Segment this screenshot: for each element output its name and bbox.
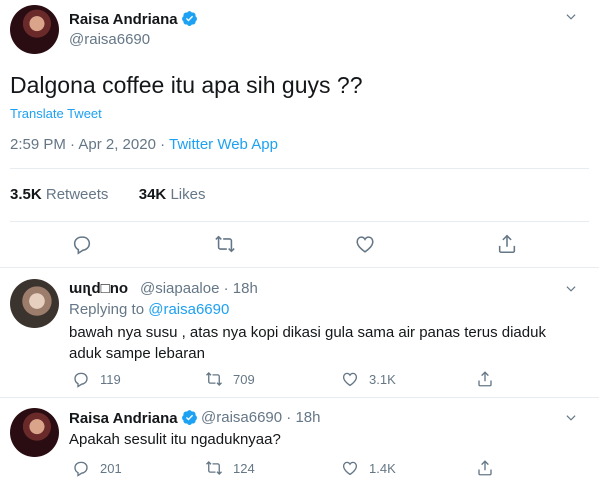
avatar[interactable]: [10, 5, 59, 54]
share-icon: [478, 460, 492, 476]
retweet-button[interactable]: 124: [205, 459, 255, 477]
divider: [10, 168, 589, 169]
tweet-time[interactable]: 2:59 PM · Apr 2, 2020 ·: [10, 136, 169, 153]
reply-button[interactable]: 201: [72, 459, 122, 477]
replying-label: Replying to: [69, 301, 145, 318]
chevron-down-icon[interactable]: [562, 8, 580, 26]
likes-count[interactable]: 34K: [139, 186, 167, 203]
reply-text: Apakah sesulit itu ngaduknyaa?: [69, 431, 281, 448]
share-icon: [478, 371, 492, 387]
chevron-down-icon[interactable]: [562, 280, 580, 298]
like-button[interactable]: 3.1K: [341, 370, 396, 388]
like-count: 1.4K: [369, 460, 396, 476]
tweet-text: Dalgona coffee itu apa sih guys ??: [10, 72, 363, 98]
retweets-count[interactable]: 3.5K: [10, 186, 42, 203]
main-tweet: Raisa Andriana @raisa6690 Dalgona coffee…: [0, 0, 599, 268]
retweet-icon: [206, 372, 222, 386]
author-name-text[interactable]: Raisa Andriana: [69, 11, 178, 28]
translate-tweet-link[interactable]: Translate Tweet: [10, 106, 102, 121]
author-handle[interactable]: @raisa6690: [69, 31, 150, 48]
reply-handle-time: @raisa6690 · 18h: [201, 409, 320, 426]
share-button[interactable]: [496, 233, 518, 255]
reply-time[interactable]: · 18h: [286, 409, 320, 426]
reply-count: 119: [100, 371, 121, 387]
divider: [10, 221, 589, 222]
reply-time[interactable]: · 18h: [224, 280, 258, 297]
reply-button[interactable]: 119: [72, 370, 121, 388]
retweet-count: 709: [233, 371, 255, 387]
retweet-button[interactable]: 709: [205, 370, 255, 388]
author-handle[interactable]: @raisa6690: [201, 409, 282, 426]
reply-handle-time: @siapaaloe · 18h: [140, 280, 258, 297]
retweet-button[interactable]: [214, 233, 236, 255]
likes-label[interactable]: Likes: [170, 186, 205, 203]
author-name-text[interactable]: Raisa Andriana: [69, 410, 178, 427]
reply-count: 201: [100, 460, 122, 476]
reply-tweet[interactable]: ɯıʅd□no @siapaaloe · 18h Replying to @ra…: [0, 268, 599, 398]
avatar[interactable]: [10, 408, 59, 457]
replying-to-handle[interactable]: @raisa6690: [148, 301, 229, 318]
replying-to: Replying to @raisa6690: [69, 301, 229, 318]
reply-author[interactable]: Raisa Andriana: [69, 409, 198, 427]
tweet-source-link[interactable]: Twitter Web App: [169, 136, 278, 153]
like-button[interactable]: [354, 233, 376, 255]
reply-author[interactable]: ɯıʅd□no: [69, 280, 128, 297]
retweets-label[interactable]: Retweets: [46, 186, 109, 203]
chevron-down-icon[interactable]: [562, 409, 580, 427]
tweet-stats: 3.5K Retweets 34K Likes: [10, 186, 205, 203]
tweet-timestamp: 2:59 PM · Apr 2, 2020 · Twitter Web App: [10, 136, 278, 153]
avatar[interactable]: [10, 279, 59, 328]
like-count: 3.1K: [369, 371, 396, 387]
verified-badge-icon: [181, 11, 197, 26]
author-name-text[interactable]: ɯıʅd□no: [69, 280, 128, 297]
reply-text: bawah nya susu , atas nya kopi dikasi gu…: [69, 324, 546, 362]
share-button[interactable]: [476, 370, 494, 388]
reply-icon: [74, 372, 88, 388]
like-icon: [342, 372, 358, 387]
reply-icon: [73, 236, 91, 255]
share-icon: [498, 234, 516, 254]
share-button[interactable]: [476, 459, 494, 477]
reply-tweet[interactable]: Raisa Andriana @raisa6690 · 18h Apakah s…: [0, 398, 599, 487]
retweet-icon: [206, 461, 222, 475]
like-icon: [342, 461, 358, 476]
verified-badge-icon: [181, 410, 197, 425]
author-handle[interactable]: @siapaaloe: [140, 280, 219, 297]
like-icon: [356, 236, 374, 253]
reply-icon: [74, 461, 88, 477]
author-name[interactable]: Raisa Andriana: [69, 10, 198, 28]
retweet-icon: [215, 235, 235, 253]
retweet-count: 124: [233, 460, 255, 476]
like-button[interactable]: 1.4K: [341, 459, 396, 477]
reply-button[interactable]: [71, 233, 93, 255]
